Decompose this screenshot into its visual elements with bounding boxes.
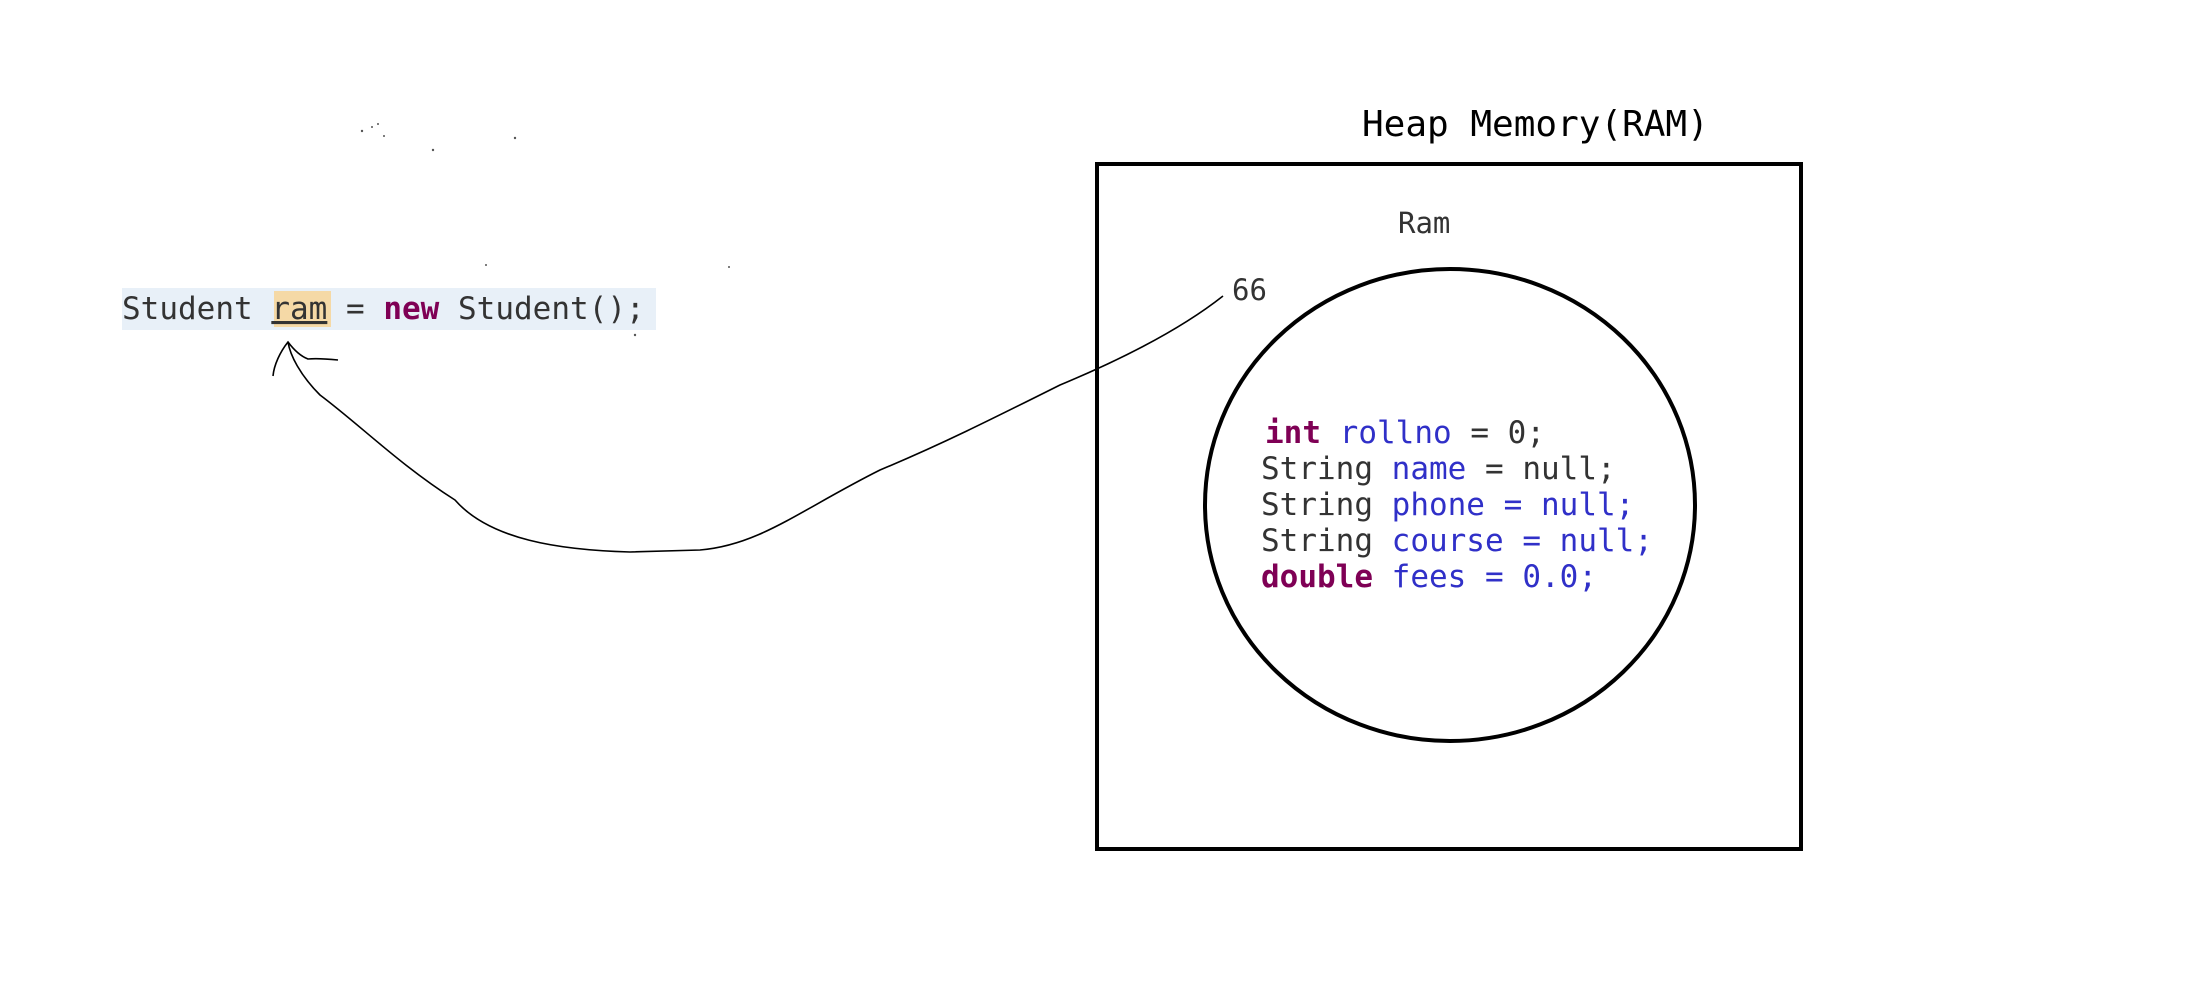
field-name: fees [1392, 559, 1467, 595]
object-name: Ram [1398, 206, 1450, 240]
object-address: 66 [1232, 273, 1267, 307]
field-type: int [1265, 415, 1321, 451]
field-value: null; [1541, 487, 1634, 523]
heap-title: Heap Memory(RAM) [1362, 104, 1709, 145]
field-row: int rollno = 0; [1265, 415, 1545, 451]
field-assign: = [1485, 451, 1504, 487]
field-name: name [1392, 451, 1467, 487]
field-row: String course = null; [1261, 523, 1653, 559]
object-reference-diagram: Student ram = new Student(); Heap Memory… [122, 104, 1803, 851]
field-type: double [1261, 559, 1373, 595]
field-type: String [1261, 451, 1373, 487]
field-name: course [1392, 523, 1504, 559]
field-value: 0; [1508, 415, 1545, 451]
new-keyword: new [383, 291, 439, 327]
constructor-call: Student(); [458, 291, 645, 327]
svg-text:Student ram = new Student();: Student ram = new Student(); [122, 291, 645, 327]
field-assign: = [1522, 523, 1541, 559]
field-value: null; [1522, 451, 1615, 487]
arrow-head [272, 340, 339, 377]
object-fields: int rollno = 0; String name = null; Stri… [1261, 415, 1653, 595]
field-value: 0.0; [1522, 559, 1597, 595]
field-value: null; [1560, 523, 1653, 559]
field-assign: = [1504, 487, 1523, 523]
field-row: double fees = 0.0; [1261, 559, 1597, 595]
assign-operator: = [346, 291, 365, 327]
field-type: String [1261, 487, 1373, 523]
field-row: String name = null; [1261, 451, 1616, 487]
field-row: String phone = null; [1261, 487, 1634, 523]
type-name: Student [122, 291, 253, 327]
code-statement: Student ram = new Student(); [122, 288, 656, 330]
field-name: rollno [1340, 415, 1452, 451]
reference-arrow [287, 295, 1224, 553]
variable-name: ram [271, 291, 327, 327]
field-type: String [1261, 523, 1373, 559]
field-assign: = [1470, 415, 1489, 451]
field-assign: = [1485, 559, 1504, 595]
field-name: phone [1392, 487, 1485, 523]
